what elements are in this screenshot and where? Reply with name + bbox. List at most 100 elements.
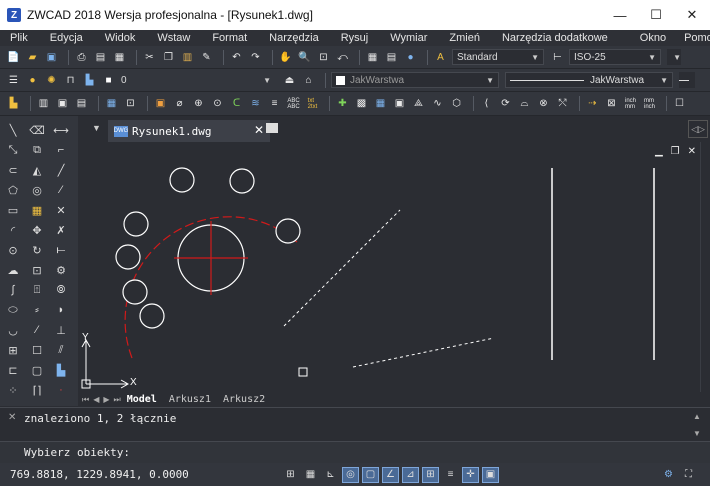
- chamfer-icon[interactable]: ⊥: [53, 322, 69, 338]
- copy-object-icon[interactable]: ⧉: [29, 142, 45, 158]
- gear-icon[interactable]: ⚙: [53, 262, 69, 278]
- center-mark-icon[interactable]: ⊕: [191, 96, 206, 111]
- ortho-icon[interactable]: ⊾: [322, 467, 339, 483]
- make-current-layer-icon[interactable]: ⏏: [282, 73, 297, 88]
- menu-pomoc[interactable]: Pomoc: [678, 32, 710, 44]
- extend-line-icon[interactable]: ⁄: [53, 182, 69, 198]
- menu-wymiar[interactable]: Wymiar: [384, 32, 433, 44]
- table-style-combo[interactable]: ▼: [667, 49, 681, 65]
- menu-widok[interactable]: Widok: [99, 32, 142, 44]
- color-combo[interactable]: JakWarstwa ▼: [331, 72, 499, 88]
- menu-okno[interactable]: Okno: [634, 32, 672, 44]
- break-icon[interactable]: ⤲: [555, 96, 570, 111]
- line-icon[interactable]: ╲: [5, 122, 21, 138]
- menu-format[interactable]: Format: [206, 32, 253, 44]
- vertical-scrollbar[interactable]: [700, 142, 710, 406]
- spline-draw-icon[interactable]: ∫: [5, 282, 21, 298]
- units-inch-icon[interactable]: inch mm: [623, 96, 638, 111]
- layer-combo[interactable]: 0 ▼: [116, 72, 276, 88]
- polygon-draw-icon[interactable]: ⬠: [5, 182, 21, 198]
- measure-icon[interactable]: ⟨: [479, 96, 494, 111]
- inquiry-icon[interactable]: ⊠: [604, 96, 619, 111]
- block-edit-icon[interactable]: ▣: [392, 96, 407, 111]
- ellipse-icon[interactable]: ⬭: [5, 302, 21, 318]
- fillet-icon[interactable]: ◗: [53, 302, 69, 318]
- make-block-icon[interactable]: ⊡: [123, 96, 138, 111]
- rotate-icon[interactable]: ↻: [29, 242, 45, 258]
- region-icon[interactable]: ⊗: [536, 96, 551, 111]
- dynamic-input-icon[interactable]: ⊞: [422, 466, 439, 483]
- insert-icon[interactable]: ⊞: [5, 342, 21, 358]
- attribute-icon[interactable]: ▩: [354, 96, 369, 111]
- tab-menu-icon[interactable]: ▼: [92, 123, 101, 133]
- boundary-icon[interactable]: ▢: [29, 362, 45, 378]
- polar-tracking-icon[interactable]: ◎: [342, 466, 359, 483]
- table-icon[interactable]: ▦: [373, 96, 388, 111]
- tab-scroll-icon[interactable]: ◁▷: [688, 120, 708, 138]
- zoom-previous-icon[interactable]: ⤺: [335, 50, 350, 65]
- diameter-icon[interactable]: ⌀: [172, 96, 187, 111]
- xline-icon[interactable]: ⟷: [53, 122, 69, 138]
- dotted-circle-icon[interactable]: ⦾: [53, 282, 69, 298]
- cloud-icon[interactable]: ☁: [5, 262, 21, 278]
- chevron-down-icon[interactable]: ▼: [693, 429, 701, 438]
- menu-edycja[interactable]: Edycja: [44, 32, 89, 44]
- block-icon[interactable]: ⊏: [5, 362, 21, 378]
- close-command-icon[interactable]: ✕: [8, 412, 16, 423]
- lineweight-icon[interactable]: ≡: [442, 467, 459, 483]
- units-mm-icon[interactable]: mm inch: [642, 96, 657, 111]
- prev-sheet-button[interactable]: ◀: [93, 395, 99, 404]
- menu-zmien[interactable]: Zmień: [443, 32, 486, 44]
- design-center-icon[interactable]: ▤: [384, 50, 399, 65]
- selection-cycling-icon[interactable]: ▣: [482, 466, 499, 483]
- eraser-icon[interactable]: ⌫: [29, 122, 45, 138]
- text-style-icon[interactable]: A: [433, 50, 448, 65]
- transparency-icon[interactable]: ✛: [462, 466, 479, 483]
- bracket-icon[interactable]: ⌈⌉: [29, 382, 45, 398]
- gear-icon[interactable]: ⚙: [660, 466, 677, 482]
- print-preview-icon[interactable]: ▤: [93, 50, 108, 65]
- command-scrollbar[interactable]: ▲ ▼: [692, 412, 702, 438]
- save-icon[interactable]: ▣: [44, 50, 59, 65]
- undo-icon[interactable]: ↶: [229, 50, 244, 65]
- trim-icon[interactable]: ✗: [53, 222, 69, 238]
- command-line[interactable]: Wybierz obiekty:: [0, 441, 710, 463]
- last-sheet-button[interactable]: ⏭: [114, 395, 121, 405]
- move-object-icon[interactable]: ✥: [29, 222, 45, 238]
- raster-image-icon[interactable]: ▣: [153, 96, 168, 111]
- close-button[interactable]: ✕: [674, 0, 710, 30]
- object-snap-icon[interactable]: ▢: [362, 466, 379, 483]
- dot-icon[interactable]: ·: [53, 382, 69, 398]
- tab-arkusz1[interactable]: Arkusz1: [163, 394, 217, 405]
- arc-draw-icon[interactable]: ◜: [5, 222, 21, 238]
- spline-icon[interactable]: ∿: [430, 96, 445, 111]
- grid-icon[interactable]: ▦: [302, 467, 319, 483]
- menu-narzedzia-dodatkowe[interactable]: Narzędzia dodatkowe: [496, 32, 614, 44]
- drawing-canvas[interactable]: ▁ ❐ ✕ Y X: [78, 142, 700, 392]
- lengthen-icon[interactable]: ⸗: [29, 302, 45, 318]
- close-tab-icon[interactable]: ✕: [254, 123, 264, 137]
- dim-style-icon[interactable]: ⊢: [550, 50, 565, 65]
- scale-icon[interactable]: ⊡: [29, 262, 45, 278]
- lineweight-combo[interactable]: [679, 72, 695, 88]
- properties-icon[interactable]: ▦: [365, 50, 380, 65]
- stretch-icon[interactable]: ⍐: [29, 282, 45, 298]
- maximize-button[interactable]: ☐: [638, 0, 674, 30]
- cut-icon[interactable]: ✂: [142, 50, 157, 65]
- ungroup-icon[interactable]: ▤: [74, 96, 89, 111]
- insert-block-icon[interactable]: ▦: [104, 96, 119, 111]
- dim-style-combo[interactable]: ISO-25 ▼: [569, 49, 661, 65]
- object-snap-tracking-icon[interactable]: ∠: [382, 466, 399, 483]
- circle-icon[interactable]: ⊙: [5, 242, 21, 258]
- chevron-up-icon[interactable]: ▲: [693, 412, 701, 421]
- text-style-combo[interactable]: Standard ▼: [452, 49, 544, 65]
- tab-rysunek1[interactable]: DWG Rysunek1.dwg ✕: [108, 120, 270, 142]
- corner-icon[interactable]: ⌐: [53, 142, 69, 158]
- region-draw-icon[interactable]: ▙: [53, 362, 69, 378]
- rectangle-icon[interactable]: ▭: [5, 202, 21, 218]
- pan-icon[interactable]: ✋: [278, 50, 293, 65]
- snap-icon[interactable]: ⊞: [282, 467, 299, 483]
- arc-icon[interactable]: ᑕ: [229, 96, 244, 111]
- polygon-icon[interactable]: ⬡: [449, 96, 464, 111]
- break-object-icon[interactable]: ⁄: [29, 322, 45, 338]
